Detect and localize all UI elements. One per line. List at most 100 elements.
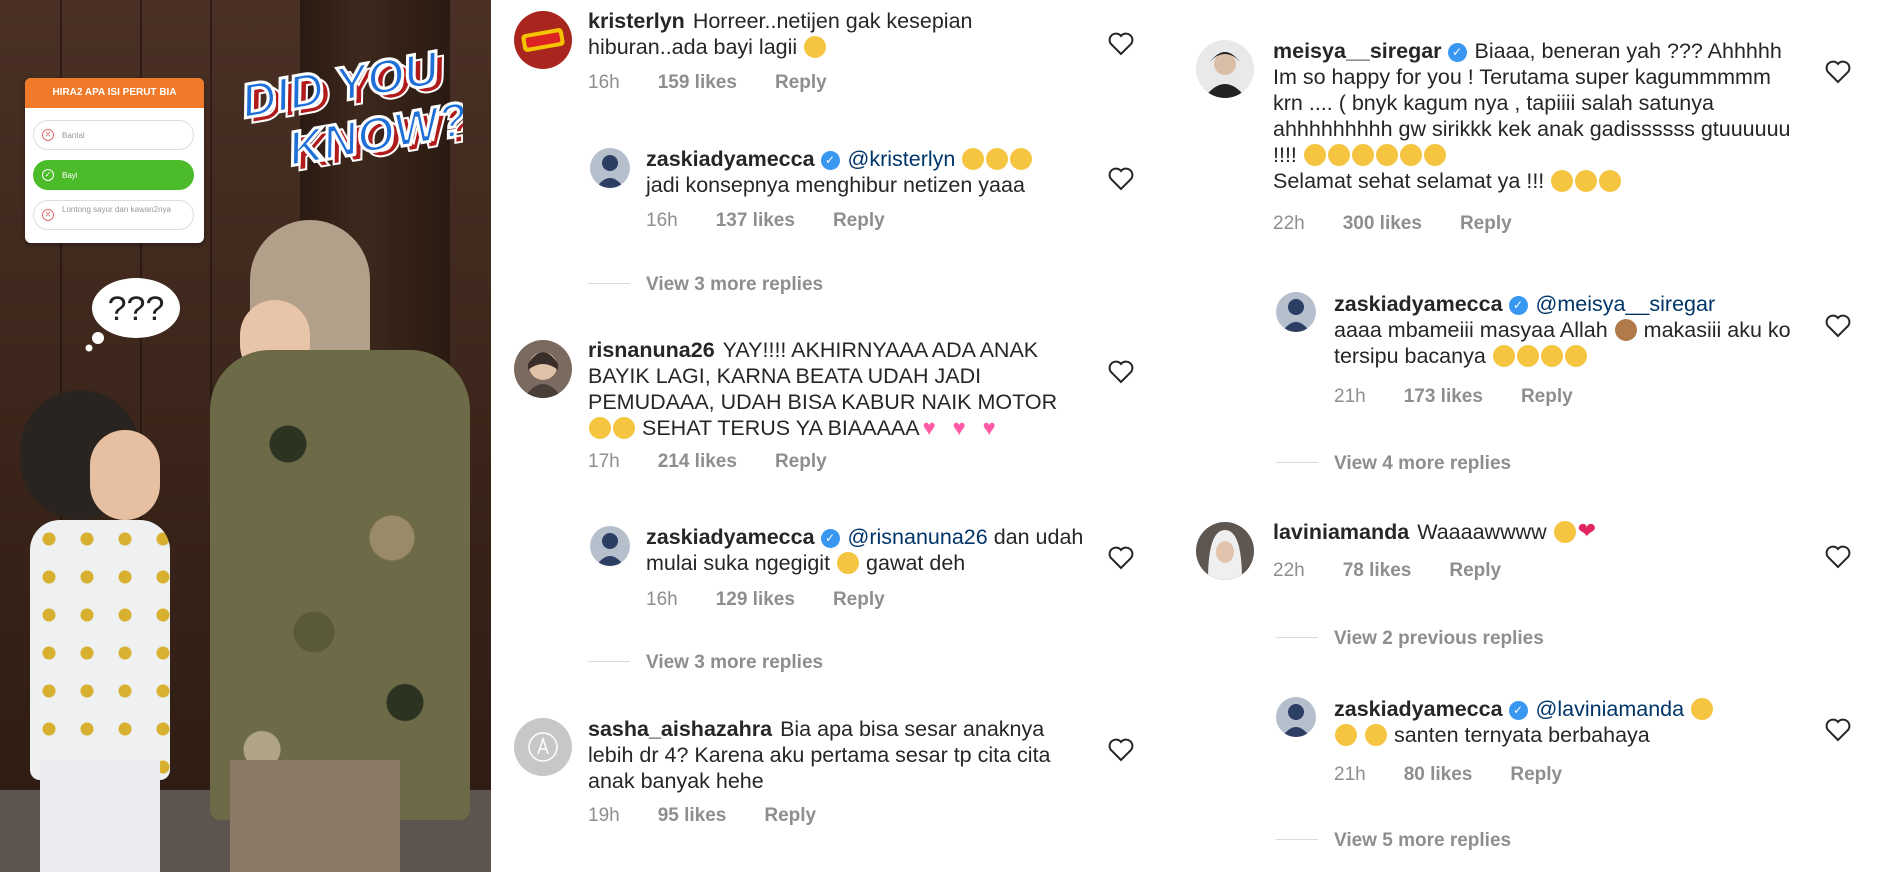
reply-time: 16h — [646, 210, 678, 231]
verified-badge-icon: ✓ — [1508, 701, 1528, 720]
story-photo: HIRA2 APA ISI PERUT BIA ✕ Bantal ✓ Bayi … — [0, 0, 491, 872]
comment-text: Waaaawwww — [1417, 520, 1547, 544]
likes-count[interactable]: 80 likes — [1404, 764, 1473, 785]
avatar[interactable] — [514, 340, 572, 398]
comment-text-2: Selamat sehat selamat ya !!! — [1273, 169, 1545, 193]
rofl-emoji — [1372, 140, 1402, 170]
heart-icon[interactable] — [1108, 738, 1134, 762]
view-more-replies[interactable]: View 3 more replies — [588, 274, 823, 296]
mention-link[interactable]: @risnanuna26 — [848, 525, 988, 549]
heart-icon[interactable] — [1825, 314, 1851, 338]
reply-button[interactable]: Reply — [775, 72, 827, 93]
view-more-label: View 3 more replies — [646, 652, 824, 673]
avatar-image — [1282, 299, 1310, 332]
avatar[interactable] — [590, 148, 630, 188]
mention-link[interactable]: @meisya__siregar — [1536, 292, 1716, 316]
avatar[interactable] — [1196, 522, 1254, 580]
mention-link[interactable]: @kristerlyn — [848, 147, 956, 171]
reply-username[interactable]: zaskiadyamecca — [1334, 292, 1503, 316]
avatar-image — [596, 155, 624, 188]
rofl-emoji — [1331, 720, 1361, 750]
likes-count[interactable]: 95 likes — [658, 805, 727, 826]
avatar[interactable] — [1196, 40, 1254, 98]
reply-button[interactable]: Reply — [775, 451, 827, 472]
reply-time: 16h — [646, 589, 678, 610]
mention-link[interactable]: @laviniamanda — [1536, 697, 1685, 721]
laughing-emoji — [589, 417, 611, 439]
reply-meta: 21h 173 likes Reply — [1334, 386, 1611, 408]
comment-username[interactable]: laviniamanda — [1273, 520, 1409, 544]
likes-count[interactable]: 78 likes — [1343, 560, 1412, 581]
reply-meta: 21h 80 likes Reply — [1334, 764, 1600, 786]
avatar-image — [1282, 704, 1310, 737]
avatar[interactable] — [590, 526, 630, 566]
likes-count[interactable]: 300 likes — [1343, 213, 1422, 234]
view-more-replies[interactable]: View 4 more replies — [1276, 453, 1511, 475]
kiss-emoji — [1575, 170, 1598, 192]
reply-button[interactable]: Reply — [1460, 213, 1512, 234]
child-legs — [40, 760, 160, 872]
laughing-emoji — [962, 148, 985, 170]
reply-body: zaskiadyamecca ✓ @kristerlyn jadi konsepny… — [646, 146, 1076, 198]
reply-body: zaskiadyamecca ✓ @laviniamanda santen tern… — [1331, 694, 1804, 750]
comment-time: 22h — [1273, 560, 1305, 581]
reply-button[interactable]: Reply — [1449, 560, 1501, 581]
verified-badge-icon: ✓ — [1508, 296, 1528, 315]
likes-count[interactable]: 159 likes — [658, 72, 737, 93]
reply-button[interactable]: Reply — [764, 805, 816, 826]
avatar[interactable] — [1276, 697, 1316, 737]
view-more-replies[interactable]: View 5 more replies — [1276, 830, 1511, 852]
rofl-emoji — [1348, 140, 1378, 170]
kiss-emoji — [1551, 170, 1574, 192]
heart-icon[interactable] — [1825, 60, 1851, 84]
avatar[interactable] — [514, 718, 572, 776]
reply-username[interactable]: zaskiadyamecca — [646, 147, 815, 171]
rofl-emoji — [833, 548, 863, 578]
likes-count[interactable]: 173 likes — [1404, 386, 1483, 407]
heart-icon[interactable] — [1108, 167, 1134, 191]
comment-username[interactable]: meisya__siregar — [1273, 39, 1442, 63]
heart-icon[interactable] — [1825, 545, 1851, 569]
avatar[interactable] — [1276, 292, 1316, 332]
reply-text: santen ternyata berbahaya — [1393, 723, 1650, 747]
poll-option-selected[interactable]: ✓ Bayi — [33, 160, 194, 190]
comment-body: meisya__siregar ✓ Biaaa, beneran yah ??? A… — [1273, 38, 1793, 194]
view-previous-replies[interactable]: View 2 previous replies — [1276, 628, 1544, 650]
reply-button[interactable]: Reply — [1521, 386, 1573, 407]
laughing-emoji — [613, 417, 635, 439]
heart-icon[interactable] — [1108, 546, 1134, 570]
avatar[interactable] — [514, 11, 572, 69]
heart-icon[interactable] — [1108, 32, 1134, 56]
avatar-image — [596, 533, 624, 566]
reply-username[interactable]: zaskiadyamecca — [646, 525, 815, 549]
woman-legs — [230, 760, 400, 872]
rofl-emoji — [1420, 140, 1450, 170]
likes-count[interactable]: 214 likes — [658, 451, 737, 472]
poll-option[interactable]: ✕ Lontong sayur dan kawan2nya — [33, 200, 194, 230]
reply-body: zaskiadyamecca ✓ @meisya__siregar aaaa mba… — [1334, 291, 1804, 369]
heart-icon[interactable] — [1108, 360, 1134, 384]
reply-button[interactable]: Reply — [1510, 764, 1562, 785]
comment-username[interactable]: sasha_aishazahra — [588, 717, 772, 741]
view-more-label: View 4 more replies — [1334, 453, 1512, 474]
likes-count[interactable]: 137 likes — [716, 210, 795, 231]
heart-icon[interactable] — [1825, 718, 1851, 742]
rofl-emoji — [1300, 140, 1330, 170]
comment-username[interactable]: kristerlyn — [588, 9, 685, 33]
flushed-emoji — [1492, 345, 1515, 367]
divider-line — [588, 661, 630, 662]
likes-count[interactable]: 129 likes — [716, 589, 795, 610]
child-shirt — [30, 520, 170, 780]
divider-line — [1276, 462, 1318, 463]
comment-username[interactable]: risnanuna26 — [588, 338, 715, 362]
rofl-emoji — [1324, 140, 1354, 170]
view-more-label: View 5 more replies — [1334, 830, 1512, 851]
reply-username[interactable]: zaskiadyamecca — [1334, 697, 1503, 721]
view-more-replies[interactable]: View 3 more replies — [588, 652, 823, 674]
comment-body: laviniamanda Waaaawwww — [1273, 517, 1773, 547]
x-icon: ✕ — [42, 209, 54, 221]
poll-option[interactable]: ✕ Bantal — [33, 120, 194, 150]
reply-button[interactable]: Reply — [833, 589, 885, 610]
flushed-emoji — [1564, 345, 1587, 367]
reply-button[interactable]: Reply — [833, 210, 885, 231]
